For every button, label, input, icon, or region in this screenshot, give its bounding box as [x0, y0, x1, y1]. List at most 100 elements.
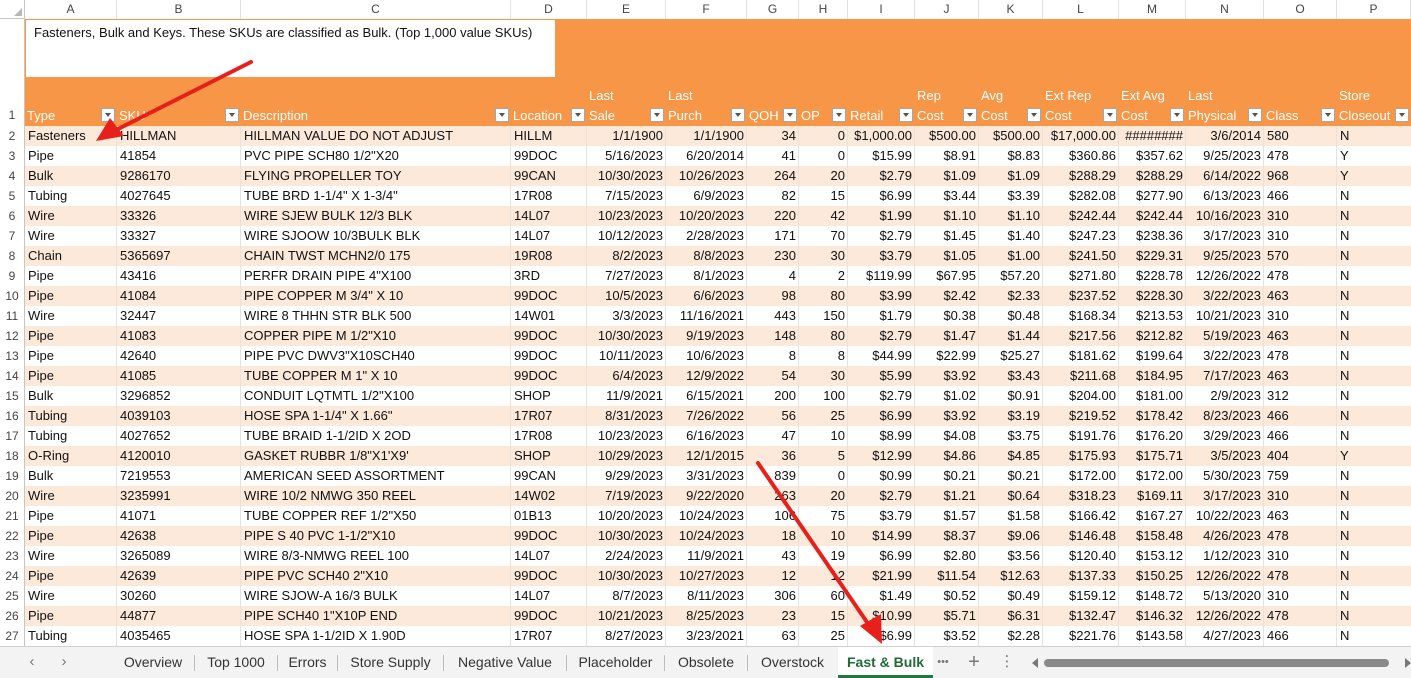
cell-g[interactable]: 82 — [747, 186, 799, 206]
cell-l[interactable]: $217.56 — [1043, 326, 1119, 346]
scroll-right-icon[interactable] — [1405, 658, 1411, 668]
cell-k[interactable]: $12.63 — [979, 566, 1043, 586]
cell-g[interactable]: 34 — [747, 126, 799, 146]
row-header[interactable]: 24 — [0, 566, 25, 586]
cell-h[interactable]: 30 — [799, 366, 848, 386]
filter-dropdown-icon[interactable] — [1170, 108, 1184, 122]
cell-j[interactable]: $11.54 — [915, 566, 979, 586]
cell-g[interactable]: 264 — [747, 166, 799, 186]
cell-c[interactable]: WIRE SJOW-A 16/3 BULK — [241, 586, 511, 606]
cell-c[interactable]: PIPE PVC DWV3"X10SCH40 — [241, 346, 511, 366]
cell-k[interactable]: $0.91 — [979, 386, 1043, 406]
header-cell-o[interactable]: Class — [1264, 86, 1337, 126]
cell-n[interactable]: 8/23/2023 — [1186, 406, 1264, 426]
cell-h[interactable]: 2 — [799, 266, 848, 286]
tab-store-supply[interactable]: Store Supply — [338, 647, 443, 678]
cell-d[interactable]: 99DOC — [511, 366, 587, 386]
cell-h[interactable]: 10 — [799, 426, 848, 446]
cell-j[interactable]: $0.52 — [915, 586, 979, 606]
cell-p[interactable]: N — [1337, 286, 1411, 306]
cell-d[interactable]: 99CAN — [511, 466, 587, 486]
cell-o[interactable]: 310 — [1264, 546, 1337, 566]
cell-k[interactable]: $57.20 — [979, 266, 1043, 286]
cell-b[interactable]: 5365697 — [117, 246, 241, 266]
tab-overstock[interactable]: Overstock — [748, 647, 837, 678]
cell-n[interactable]: 3/29/2023 — [1186, 426, 1264, 446]
ellipsis-icon[interactable]: ••• — [933, 653, 953, 671]
cell-n[interactable]: 5/13/2020 — [1186, 586, 1264, 606]
column-letter-i[interactable]: I — [848, 0, 915, 19]
cell-j[interactable]: $8.37 — [915, 526, 979, 546]
cell-a[interactable]: Tubing — [25, 186, 117, 206]
header-cell-j[interactable]: Rep Cost — [915, 86, 979, 126]
row-header[interactable]: 3 — [0, 146, 25, 166]
cell-h[interactable]: 20 — [799, 486, 848, 506]
cell-n[interactable]: 6/14/2022 — [1186, 166, 1264, 186]
cell-o[interactable]: 310 — [1264, 486, 1337, 506]
cell-b[interactable]: 43416 — [117, 266, 241, 286]
cell-g[interactable]: 230 — [747, 246, 799, 266]
filter-dropdown-icon[interactable] — [495, 108, 509, 122]
cell-e[interactable]: 10/23/2023 — [587, 206, 666, 226]
header-cell-a[interactable]: Type — [25, 86, 117, 126]
row-header[interactable]: 22 — [0, 526, 25, 546]
cell-m[interactable]: $242.44 — [1119, 206, 1186, 226]
cell-a[interactable]: Pipe — [25, 286, 117, 306]
cell-d[interactable]: 14L07 — [511, 546, 587, 566]
cell-m[interactable]: $172.00 — [1119, 466, 1186, 486]
cell-g[interactable]: 148 — [747, 326, 799, 346]
cell-b[interactable]: 42640 — [117, 346, 241, 366]
tab-negative-value[interactable]: Negative Value — [444, 647, 566, 678]
cell-j[interactable]: $0.21 — [915, 466, 979, 486]
cell-c[interactable]: WIRE SJEW BULK 12/3 BLK — [241, 206, 511, 226]
cell-f[interactable]: 12/1/2015 — [666, 446, 747, 466]
cell-e[interactable]: 10/30/2023 — [587, 166, 666, 186]
cell-h[interactable]: 150 — [799, 306, 848, 326]
cell-m[interactable]: $288.29 — [1119, 166, 1186, 186]
cell-h[interactable]: 80 — [799, 326, 848, 346]
cell-o[interactable]: 463 — [1264, 506, 1337, 526]
cell-g[interactable]: 98 — [747, 286, 799, 306]
cell-c[interactable]: HOSE SPA 1-1/4" X 1.66" — [241, 406, 511, 426]
cell-p[interactable]: N — [1337, 626, 1411, 646]
cell-a[interactable]: Pipe — [25, 326, 117, 346]
cell-m[interactable]: $229.31 — [1119, 246, 1186, 266]
cell-b[interactable]: 42639 — [117, 566, 241, 586]
cell-l[interactable]: $120.40 — [1043, 546, 1119, 566]
cell-k[interactable]: $4.85 — [979, 446, 1043, 466]
cell-n[interactable]: 3/22/2023 — [1186, 286, 1264, 306]
cell-c[interactable]: COPPER PIPE M 1/2"X10 — [241, 326, 511, 346]
cell-a[interactable]: Pipe — [25, 506, 117, 526]
cell-m[interactable]: $184.95 — [1119, 366, 1186, 386]
header-cell-b[interactable]: SKU — [117, 86, 241, 126]
column-letter-b[interactable]: B — [117, 0, 241, 19]
cell-n[interactable]: 6/13/2023 — [1186, 186, 1264, 206]
horizontal-scrollbar[interactable] — [1030, 656, 1411, 670]
cell-h[interactable]: 70 — [799, 226, 848, 246]
cell-h[interactable]: 20 — [799, 166, 848, 186]
cell-i[interactable]: $14.99 — [848, 526, 915, 546]
cell-f[interactable]: 6/16/2023 — [666, 426, 747, 446]
cell-l[interactable]: $288.29 — [1043, 166, 1119, 186]
header-cell-e[interactable]: Last Sale — [587, 86, 666, 126]
cell-p[interactable]: N — [1337, 246, 1411, 266]
cell-m[interactable]: $181.00 — [1119, 386, 1186, 406]
cell-b[interactable]: 7219553 — [117, 466, 241, 486]
cell-h[interactable]: 42 — [799, 206, 848, 226]
column-letter-j[interactable]: J — [915, 0, 979, 19]
cell-d[interactable]: 99DOC — [511, 566, 587, 586]
cell-p[interactable]: N — [1337, 266, 1411, 286]
row-header[interactable]: 6 — [0, 206, 25, 226]
cell-m[interactable]: $176.20 — [1119, 426, 1186, 446]
tab-errors[interactable]: Errors — [278, 647, 337, 678]
cell-k[interactable]: $0.21 — [979, 466, 1043, 486]
column-letter-h[interactable]: H — [799, 0, 848, 19]
cell-f[interactable]: 2/28/2023 — [666, 226, 747, 246]
cell-p[interactable]: N — [1337, 606, 1411, 626]
cell-c[interactable]: PIPE COPPER M 3/4" X 10 — [241, 286, 511, 306]
cell-a[interactable]: Bulk — [25, 166, 117, 186]
cell-h[interactable]: 10 — [799, 526, 848, 546]
cell-c[interactable]: HOSE SPA 1-1/2ID X 1.90D — [241, 626, 511, 646]
cell-l[interactable]: $137.33 — [1043, 566, 1119, 586]
cell-p[interactable]: N — [1337, 386, 1411, 406]
